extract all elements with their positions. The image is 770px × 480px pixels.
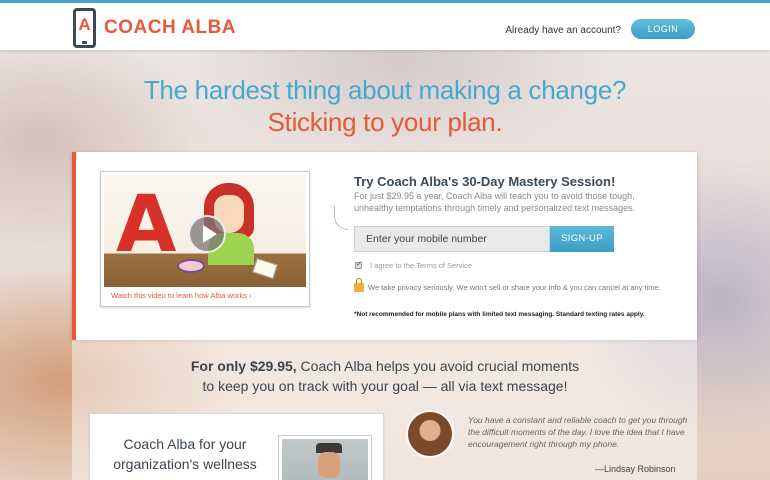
promo-text: For only $29.95, Coach Alba helps you av… (0, 356, 770, 396)
lock-icon (354, 278, 364, 292)
offer-title: Try Coach Alba's 30-Day Mastery Session! (354, 174, 616, 189)
account-prompt: Already have an account? (505, 25, 621, 36)
privacy-text: We take privacy seriously. We won't sell… (368, 283, 661, 292)
hero-headline: The hardest thing about making a change? (143, 75, 627, 105)
play-icon[interactable] (188, 215, 226, 253)
signup-button[interactable]: SIGN-UP (550, 226, 614, 252)
texting-disclaimer: *Not recommended for mobile plans with l… (354, 311, 645, 318)
curved-arrow-icon (334, 206, 348, 230)
terms-label[interactable]: I agree to the Terms of Service (370, 261, 472, 270)
video-thumbnail[interactable]: A (104, 175, 306, 287)
video-link[interactable]: Watch this video to learn how Alba works… (111, 291, 252, 300)
alba-letter-graphic: A (116, 180, 177, 270)
phone-home-button-icon (82, 41, 87, 44)
logo-letter: A (78, 15, 91, 34)
testimonial-avatar (408, 412, 452, 456)
terms-checkbox[interactable] (355, 260, 362, 269)
testimonial-quote: You have a constant and reliable coach t… (468, 415, 688, 449)
video-player[interactable]: A Watch this video to learn how Alba wor… (100, 171, 310, 307)
signup-panel: A Watch this video to learn how Alba wor… (72, 152, 697, 340)
face-graphic (318, 452, 340, 478)
organization-title[interactable]: Coach Alba for your organization's welln… (102, 434, 268, 480)
login-button[interactable]: LOGIN (631, 19, 695, 39)
offer-description: For just $29.95 a year, Coach Alba will … (354, 191, 636, 213)
promo-line2: to keep you on track with your goal — al… (202, 378, 568, 394)
promo-line1: Coach Alba helps you avoid crucial momen… (296, 358, 580, 374)
organization-photo (279, 436, 371, 480)
promo-price: For only $29.95, (190, 358, 297, 374)
organization-card[interactable]: Coach Alba for your organization's welln… (89, 413, 384, 480)
cake-icon (177, 259, 205, 273)
brand-name[interactable]: COACH ALBA (104, 17, 236, 39)
note-card-icon (252, 257, 278, 280)
phone-logo-icon[interactable]: A (73, 8, 96, 48)
mobile-number-input[interactable] (354, 226, 550, 252)
hero-subheadline: Sticking to your plan. (267, 107, 503, 137)
testimonial-author: —Lindsay Robinson (595, 464, 676, 474)
top-nav-bar: A COACH ALBA Already have an account? LO… (0, 0, 770, 50)
